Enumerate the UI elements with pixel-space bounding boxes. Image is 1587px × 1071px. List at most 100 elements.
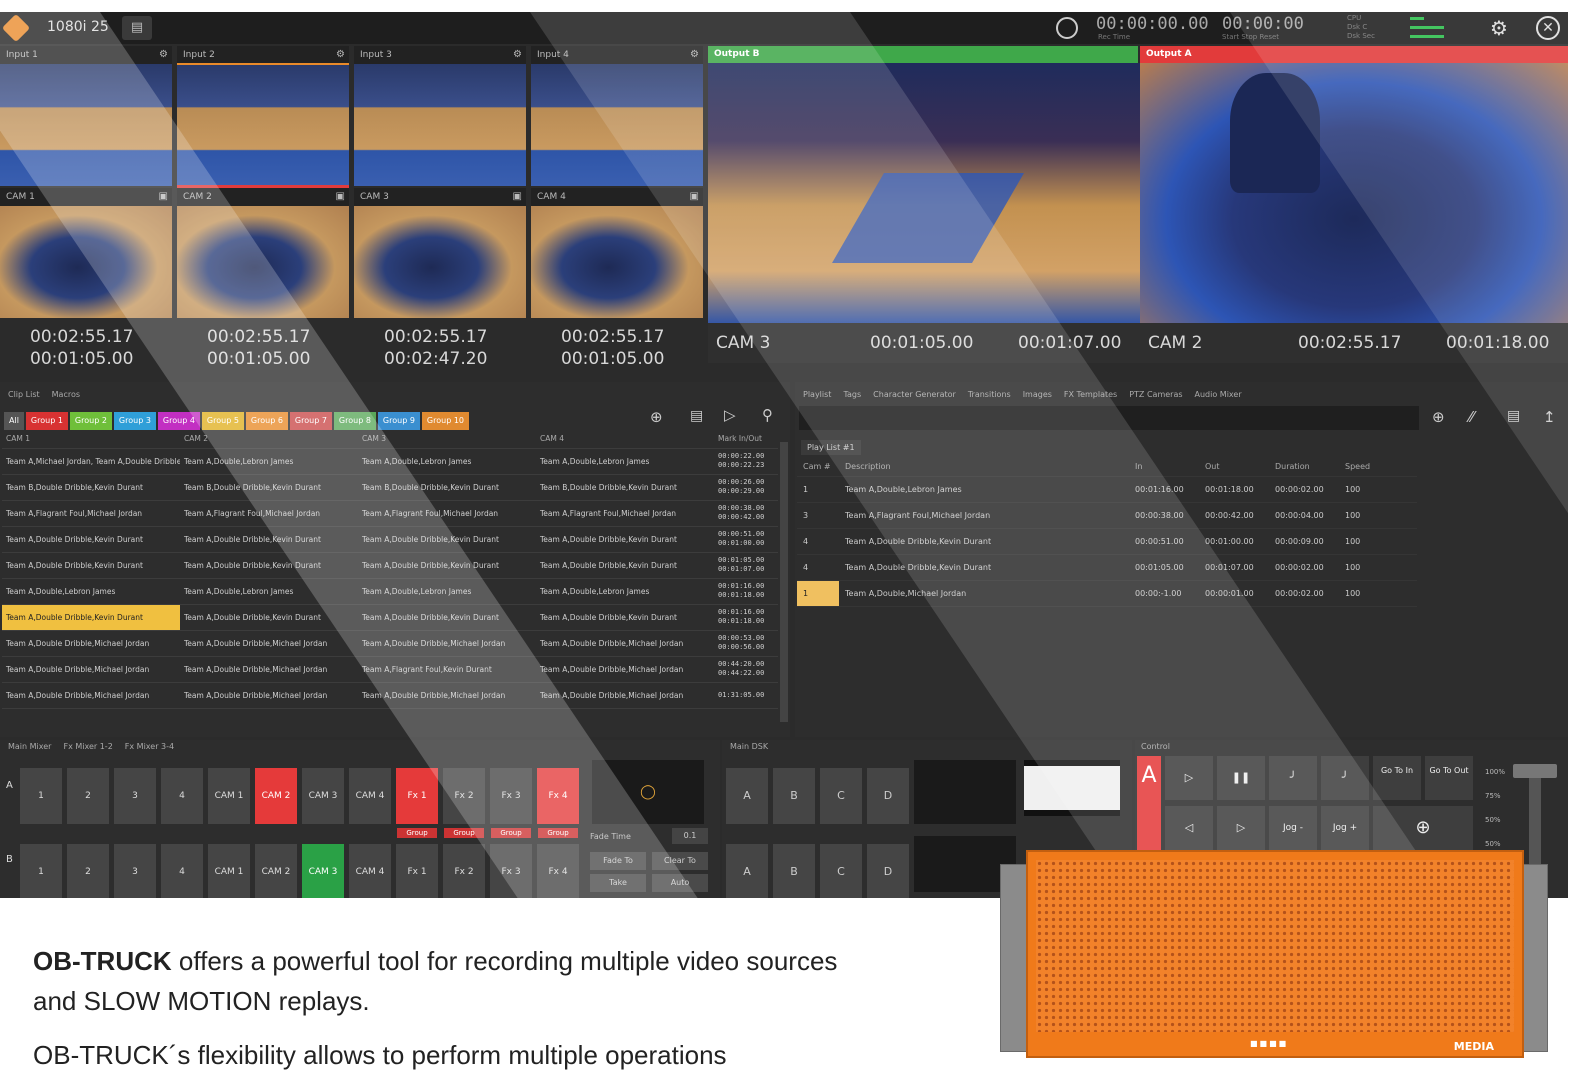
playlist-search-bar[interactable]: [799, 406, 1419, 430]
snapshot-icon[interactable]: ▣: [159, 188, 168, 206]
input-settings-gear-icon[interactable]: ⚙: [690, 46, 699, 64]
clip-column-header[interactable]: CAM 2: [180, 430, 358, 449]
clip-cell[interactable]: Team A,Double Dribble,Kevin Durant: [358, 604, 536, 631]
playlist-cell[interactable]: Team A,Double Dribble,Kevin Durant: [839, 554, 1129, 581]
mark-in-out-cell[interactable]: 00:00:51.00 00:01:00.00: [714, 526, 778, 553]
preview-button[interactable]: 3: [114, 844, 156, 898]
clip-cell[interactable]: Team A,Double Dribble,Michael Jordan: [358, 682, 536, 709]
dsk-button[interactable]: C: [820, 768, 862, 824]
playlist-column-header[interactable]: Description: [839, 458, 1129, 477]
auto-button[interactable]: Auto: [652, 874, 708, 892]
program-button[interactable]: 4: [161, 768, 203, 824]
cam-tile-3[interactable]: CAM 3 ▣: [354, 188, 526, 318]
playlist-row[interactable]: 1 Team A,Double,Lebron James 00:01:16.00 00…: [797, 476, 1417, 503]
clip-row[interactable]: Team A,Double Dribble,Michael Jordan Team…: [2, 630, 778, 657]
playlist-column-header[interactable]: In: [1129, 458, 1199, 477]
clip-column-header[interactable]: CAM 3: [358, 430, 536, 449]
clip-cell[interactable]: Team A,Double Dribble,Michael Jordan: [180, 630, 358, 657]
clip-cell[interactable]: Team A,Double,Lebron James: [536, 448, 714, 475]
program-button[interactable]: Fx 4: [537, 768, 579, 824]
clip-column-header[interactable]: CAM 4: [536, 430, 714, 449]
playlist-column-header[interactable]: Cam #: [797, 458, 839, 477]
step-back-icon[interactable]: ◁: [1165, 806, 1213, 850]
program-button[interactable]: 2: [67, 768, 109, 824]
playlist-cell[interactable]: 100: [1339, 476, 1417, 503]
playlist-cell[interactable]: 1: [797, 476, 839, 503]
playlist-tab-4[interactable]: Images: [1023, 390, 1052, 399]
playlist-cell[interactable]: Team A,Double,Lebron James: [839, 476, 1129, 503]
pause-icon[interactable]: ❚❚: [1217, 756, 1265, 800]
clip-cell[interactable]: Team A,Flagrant Foul,Michael Jordan: [536, 500, 714, 527]
playlist-cell[interactable]: 00:00:02.00: [1269, 554, 1339, 581]
mark-in-out-cell[interactable]: 00:01:05.00 00:01:07.00: [714, 552, 778, 579]
program-button[interactable]: 3: [114, 768, 156, 824]
playlist-cell[interactable]: 4: [797, 528, 839, 555]
clip-cell[interactable]: Team B,Double Dribble,Kevin Durant: [536, 474, 714, 501]
step-forward-icon[interactable]: ▷: [1217, 806, 1265, 850]
playlist-cell[interactable]: 00:00:42.00: [1199, 502, 1269, 529]
clip-cell[interactable]: Team A,Double Dribble,Kevin Durant: [358, 552, 536, 579]
input-settings-gear-icon[interactable]: ⚙: [513, 46, 522, 64]
group-filter-5[interactable]: Group 5: [201, 412, 244, 430]
playlist-cell[interactable]: 00:00:02.00: [1269, 476, 1339, 503]
clip-cell[interactable]: Team B,Double Dribble,Kevin Durant: [358, 474, 536, 501]
playlist-tab-2[interactable]: Character Generator: [873, 390, 956, 399]
group-filter-0[interactable]: All: [4, 412, 24, 430]
group-filter-4[interactable]: Group 4: [157, 412, 200, 430]
playlist-cell[interactable]: 00:01:18.00: [1199, 476, 1269, 503]
program-button[interactable]: CAM 2: [255, 768, 297, 824]
mark-in-out-cell[interactable]: 00:00:26.00 00:00:29.00: [714, 474, 778, 501]
group-filter-8[interactable]: Group 8: [333, 412, 376, 430]
clip-cell[interactable]: Team A,Flagrant Foul,Michael Jordan: [2, 500, 180, 527]
clip-cell[interactable]: Team A,Double Dribble,Michael Jordan: [358, 630, 536, 657]
clip-cell[interactable]: Team A,Michael Jordan, Team A,Double Dri…: [2, 448, 180, 475]
clip-cell[interactable]: Team A,Double Dribble,Kevin Durant: [536, 604, 714, 631]
clip-cell[interactable]: Team A,Flagrant Foul,Michael Jordan: [180, 500, 358, 527]
clip-row[interactable]: Team A,Flagrant Foul,Michael Jordan Team …: [2, 500, 778, 527]
clip-cell[interactable]: Team A,Double Dribble,Michael Jordan: [2, 656, 180, 683]
playlist-cell[interactable]: 00:01:00.00: [1199, 528, 1269, 555]
playlist-cell[interactable]: 00:01:05.00: [1129, 554, 1199, 581]
clear-to-button[interactable]: Clear To: [652, 852, 708, 870]
go-to-in-button[interactable]: Go To In: [1373, 756, 1421, 800]
cam-tile-4[interactable]: CAM 4 ▣: [531, 188, 703, 318]
mark-in-icon[interactable]: ╯: [1269, 756, 1317, 800]
mixer-tab-1[interactable]: Fx Mixer 1-2: [63, 742, 112, 751]
dsk-button[interactable]: D: [867, 844, 909, 898]
playlist-cell[interactable]: 00:01:07.00: [1199, 554, 1269, 581]
tab-clip-list[interactable]: Clip List: [8, 390, 40, 399]
clip-row[interactable]: Team A,Double Dribble,Kevin Durant Team A…: [2, 552, 778, 579]
clip-cell[interactable]: Team A,Double,Lebron James: [180, 448, 358, 475]
clip-cell[interactable]: Team A,Double Dribble,Michael Jordan: [2, 682, 180, 709]
export-icon[interactable]: ↥: [1543, 408, 1556, 426]
playlist-cell[interactable]: Team A,Flagrant Foul,Michael Jordan: [839, 502, 1129, 529]
add-clip-icon[interactable]: ⊕: [650, 408, 663, 426]
clip-column-header[interactable]: CAM 1: [2, 430, 180, 449]
delete-playlist-icon[interactable]: ▤: [1507, 408, 1520, 424]
clip-cell[interactable]: Team A,Flagrant Foul,Kevin Durant: [358, 656, 536, 683]
playlist-row[interactable]: 1 Team A,Double,Michael Jordan 00:00:-1.00…: [797, 580, 1417, 607]
playlist-tab-0[interactable]: Playlist: [803, 390, 831, 399]
jog-plus-button[interactable]: Jog +: [1321, 806, 1369, 850]
playlist-cell[interactable]: 100: [1339, 502, 1417, 529]
playlist-tab-name[interactable]: Play List #1: [801, 440, 861, 455]
program-button[interactable]: Fx 1: [396, 768, 438, 824]
group-filter-10[interactable]: Group 10: [421, 412, 469, 430]
playlist-row[interactable]: 4 Team A,Double Dribble,Kevin Durant 00:00…: [797, 528, 1417, 555]
group-filter-3[interactable]: Group 3: [113, 412, 156, 430]
clip-cell[interactable]: Team A,Double Dribble,Michael Jordan: [2, 630, 180, 657]
playlist-cell[interactable]: Team A,Double,Michael Jordan: [839, 580, 1129, 607]
edit-icon[interactable]: ⁄⁄: [1469, 408, 1474, 426]
playlist-cell[interactable]: 00:01:16.00: [1129, 476, 1199, 503]
notes-icon[interactable]: ▤: [122, 16, 152, 40]
cam-tile-2[interactable]: CAM 2 ▣: [177, 188, 349, 318]
input-tile-1[interactable]: Input 1 ⚙: [0, 46, 172, 186]
mark-in-out-cell[interactable]: 00:00:38.00 00:00:42.00: [714, 500, 778, 527]
input-settings-gear-icon[interactable]: ⚙: [336, 46, 345, 64]
playlist-cell[interactable]: 100: [1339, 554, 1417, 581]
speed-fader-handle[interactable]: [1513, 764, 1557, 778]
playlist-column-header[interactable]: Speed: [1339, 458, 1417, 477]
program-button[interactable]: Fx 2: [443, 768, 485, 824]
group-filter-6[interactable]: Group 6: [245, 412, 288, 430]
video-format[interactable]: 1080i 25: [47, 19, 109, 35]
